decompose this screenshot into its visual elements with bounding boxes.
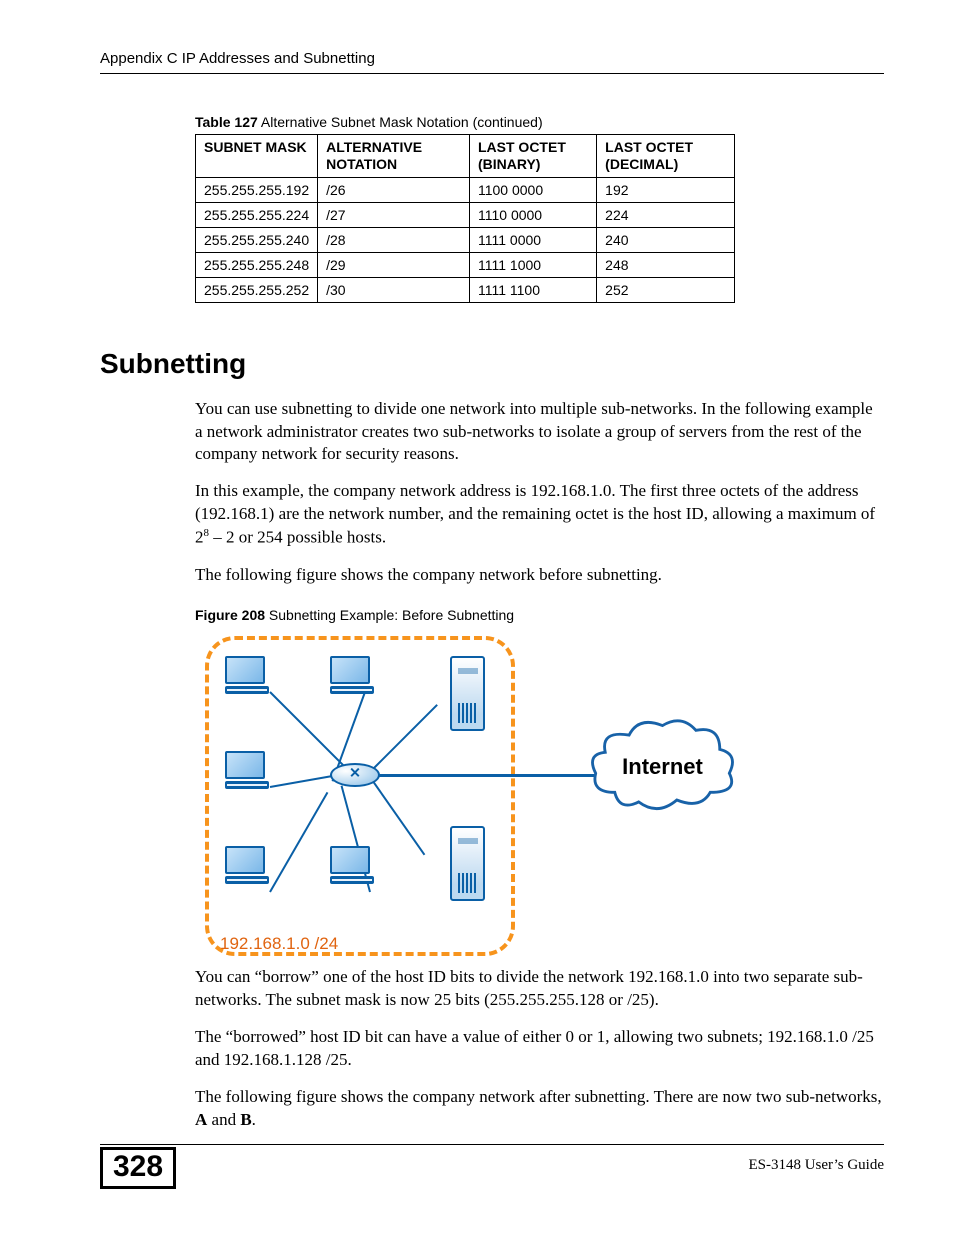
table-caption: Table 127 Alternative Subnet Mask Notati… (195, 114, 884, 130)
cloud-icon: Internet (585, 716, 740, 821)
page-number: 328 (100, 1147, 176, 1189)
paragraph: You can use subnetting to divide one net… (195, 398, 884, 467)
cell: 240 (597, 227, 735, 252)
computer-icon (330, 656, 380, 706)
cell: /27 (318, 202, 470, 227)
subnet-mask-table: SUBNET MASK ALTERNATIVE NOTATION LAST OC… (195, 134, 735, 303)
col-subnet-mask: SUBNET MASK (196, 135, 318, 178)
cell: /30 (318, 277, 470, 302)
bold-b: B (240, 1110, 251, 1129)
cell: 255.255.255.240 (196, 227, 318, 252)
router-icon (330, 763, 380, 787)
paragraph: The following figure shows the company n… (195, 564, 884, 587)
table-number: Table 127 (195, 114, 258, 130)
table-row: 255.255.255.248 /29 1111 1000 248 (196, 252, 735, 277)
figure-caption: Figure 208 Subnetting Example: Before Su… (195, 607, 884, 623)
table-row: 255.255.255.252 /30 1111 1100 252 (196, 277, 735, 302)
computer-icon (225, 751, 275, 801)
cell: 255.255.255.252 (196, 277, 318, 302)
page-header: Appendix C IP Addresses and Subnetting (100, 50, 884, 74)
col-last-octet-binary: LAST OCTET (BINARY) (469, 135, 596, 178)
text-run: . (252, 1110, 256, 1129)
cell: 248 (597, 252, 735, 277)
table-row: 255.255.255.224 /27 1110 0000 224 (196, 202, 735, 227)
paragraph: You can “borrow” one of the host ID bits… (195, 966, 884, 1012)
computer-icon (330, 846, 380, 896)
table-row: 255.255.255.192 /26 1100 0000 192 (196, 177, 735, 202)
figure-network-diagram: Internet 192.168.1.0 /24 (195, 631, 755, 966)
footer-guide-name: ES-3148 User’s Guide (748, 1151, 884, 1174)
figure-title: Subnetting Example: Before Subnetting (265, 607, 514, 623)
table-title: Alternative Subnet Mask Notation (contin… (258, 114, 543, 130)
server-icon (450, 826, 485, 901)
table-row: 255.255.255.240 /28 1111 0000 240 (196, 227, 735, 252)
col-alt-notation: ALTERNATIVE NOTATION (318, 135, 470, 178)
paragraph: The following figure shows the company n… (195, 1086, 884, 1132)
text-run: and (207, 1110, 240, 1129)
paragraph: In this example, the company network add… (195, 480, 884, 549)
cell: 1110 0000 (469, 202, 596, 227)
figure-number: Figure 208 (195, 607, 265, 623)
computer-icon (225, 846, 275, 896)
cell: 1111 1100 (469, 277, 596, 302)
cell: 192 (597, 177, 735, 202)
wire (370, 774, 595, 777)
cell: /28 (318, 227, 470, 252)
cell: 252 (597, 277, 735, 302)
cell: 1111 1000 (469, 252, 596, 277)
cell: /26 (318, 177, 470, 202)
paragraph: The “borrowed” host ID bit can have a va… (195, 1026, 884, 1072)
cell: 255.255.255.224 (196, 202, 318, 227)
cell: 255.255.255.192 (196, 177, 318, 202)
cell: /29 (318, 252, 470, 277)
cell: 255.255.255.248 (196, 252, 318, 277)
computer-icon (225, 656, 275, 706)
text-run: – 2 or 254 possible hosts. (209, 528, 386, 547)
section-heading: Subnetting (100, 348, 884, 380)
bold-a: A (195, 1110, 207, 1129)
page-footer: 328 ES-3148 User’s Guide (100, 1144, 884, 1193)
server-icon (450, 656, 485, 731)
cloud-label: Internet (585, 754, 740, 780)
cell: 224 (597, 202, 735, 227)
text-run: The following figure shows the company n… (195, 1087, 882, 1106)
cell: 1111 0000 (469, 227, 596, 252)
subnet-label: 192.168.1.0 /24 (220, 934, 338, 954)
cell: 1100 0000 (469, 177, 596, 202)
col-last-octet-decimal: LAST OCTET (DECIMAL) (597, 135, 735, 178)
